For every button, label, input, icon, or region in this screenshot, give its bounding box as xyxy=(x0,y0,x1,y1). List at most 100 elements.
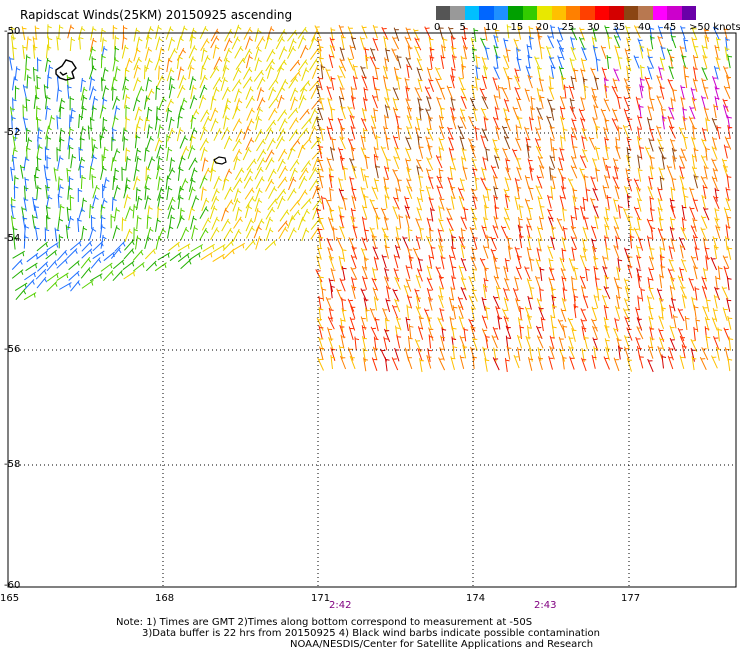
wind-barb-tick xyxy=(517,187,522,189)
wind-barb-tick xyxy=(419,359,424,362)
wind-barb-tick xyxy=(271,208,275,213)
wind-barb-tick xyxy=(203,148,208,152)
wind-barb-tick xyxy=(618,347,623,349)
wind-barb-tick xyxy=(260,220,265,224)
wind-barb-tick xyxy=(204,27,209,32)
wind-barb-tick xyxy=(69,137,74,140)
wind-barb-tick xyxy=(25,68,30,71)
wind-barb-tick xyxy=(179,196,184,200)
wind-barb-tick xyxy=(216,218,220,222)
wind-barb-tick xyxy=(305,69,310,73)
wind-barb-tick xyxy=(703,186,708,189)
wind-barb-tick xyxy=(562,277,567,280)
wind-barb-tick xyxy=(695,319,701,322)
wind-barb-tick xyxy=(280,67,285,71)
wind-barb-tick xyxy=(261,178,265,182)
wind-barb-tick xyxy=(100,135,105,138)
wind-barb-tick xyxy=(81,158,86,162)
wind-barb-tick xyxy=(226,106,231,110)
wind-barb-tick xyxy=(417,159,422,162)
wind-barb-tick xyxy=(395,327,400,329)
wind-barb xyxy=(36,250,49,260)
note-line-1: Note: 1) Times are GMT 2)Times along bot… xyxy=(116,617,533,628)
wind-barb-tick xyxy=(136,49,141,53)
wind-barb-tick xyxy=(294,89,299,93)
wind-barb-tick xyxy=(248,50,253,55)
wind-barb-tick xyxy=(384,37,389,40)
wind-barb-tick xyxy=(270,159,275,163)
wind-barb-tick xyxy=(91,48,96,52)
wind-barb-tick xyxy=(258,189,263,193)
wind-barb xyxy=(169,251,182,262)
wind-barb-tick xyxy=(91,281,94,286)
wind-barb-tick xyxy=(131,249,135,254)
wind-barb xyxy=(289,159,299,172)
wind-barb-tick xyxy=(364,88,369,91)
wind-barb-tick xyxy=(137,157,142,161)
wind-barb xyxy=(122,260,135,271)
wind-barb-tick xyxy=(647,49,652,51)
wind-barb-tick xyxy=(212,245,215,250)
wind-barb-tick xyxy=(125,106,130,110)
wind-barb-tick xyxy=(216,228,220,233)
wind-barb xyxy=(24,271,37,281)
wind-barb xyxy=(80,256,91,269)
wind-barb-tick xyxy=(331,77,336,80)
wind-barb-tick xyxy=(103,99,108,102)
wind-barb-tick xyxy=(670,218,675,221)
wind-barb-tick xyxy=(94,97,99,101)
wind-barb xyxy=(278,118,286,132)
wind-barb-tick xyxy=(253,160,257,165)
wind-barb-tick xyxy=(703,269,708,271)
wind-barb-tick xyxy=(270,27,275,32)
wind-barb-tick xyxy=(573,189,578,192)
wind-barb-tick xyxy=(683,117,688,120)
wind-barb-tick xyxy=(617,286,623,289)
wind-barb-tick xyxy=(65,259,68,264)
wind-barb-tick xyxy=(156,87,161,90)
wind-barb-tick xyxy=(48,196,53,200)
wind-barb-tick xyxy=(154,262,157,267)
wind-barb-tick xyxy=(159,178,164,181)
wind-barb-tick xyxy=(103,128,108,132)
wind-barb-tick xyxy=(142,263,145,268)
wind-barb-tick xyxy=(517,348,522,351)
wind-barb-tick xyxy=(450,167,455,170)
wind-barb-tick xyxy=(331,29,336,31)
wind-barb xyxy=(232,67,240,81)
wind-barb-tick xyxy=(339,66,345,68)
wind-barb-tick xyxy=(618,127,623,129)
wind-barb-tick xyxy=(47,25,52,29)
wind-barb xyxy=(46,281,58,292)
wind-barb-tick xyxy=(126,149,131,152)
wind-barb-tick xyxy=(364,196,369,198)
wind-barb-tick xyxy=(268,37,273,41)
wind-barb-tick xyxy=(33,68,38,71)
wind-barb-tick xyxy=(252,241,256,246)
wind-barb-tick xyxy=(682,206,687,209)
wind-barb-tick xyxy=(248,206,253,210)
wind-barb-tick xyxy=(385,59,390,61)
wind-barb-tick xyxy=(702,348,707,350)
wind-barb-tick xyxy=(72,155,77,159)
wind-barb xyxy=(298,95,305,109)
wind-barb-tick xyxy=(227,88,231,93)
lat-label-60: -60 xyxy=(4,580,21,591)
wind-barb xyxy=(276,65,282,79)
wind-barb-tick xyxy=(11,205,16,208)
wind-barb-tick xyxy=(179,38,184,42)
wind-barb xyxy=(157,176,161,191)
wind-barb-tick xyxy=(333,228,338,230)
wind-barb-tick xyxy=(225,66,230,71)
wind-barb-tick xyxy=(471,308,476,310)
wind-barb-tick xyxy=(706,336,711,339)
legend-swatch xyxy=(450,6,466,20)
wind-barb-tick xyxy=(551,227,556,229)
wind-barb-tick xyxy=(195,197,200,201)
wind-barb-tick xyxy=(129,207,134,212)
wind-barb-tick xyxy=(102,251,105,257)
wind-barb-tick xyxy=(116,68,121,71)
wind-barb-tick xyxy=(692,357,697,360)
wind-barb-tick xyxy=(249,37,253,42)
wind-barb-tick xyxy=(595,278,600,280)
